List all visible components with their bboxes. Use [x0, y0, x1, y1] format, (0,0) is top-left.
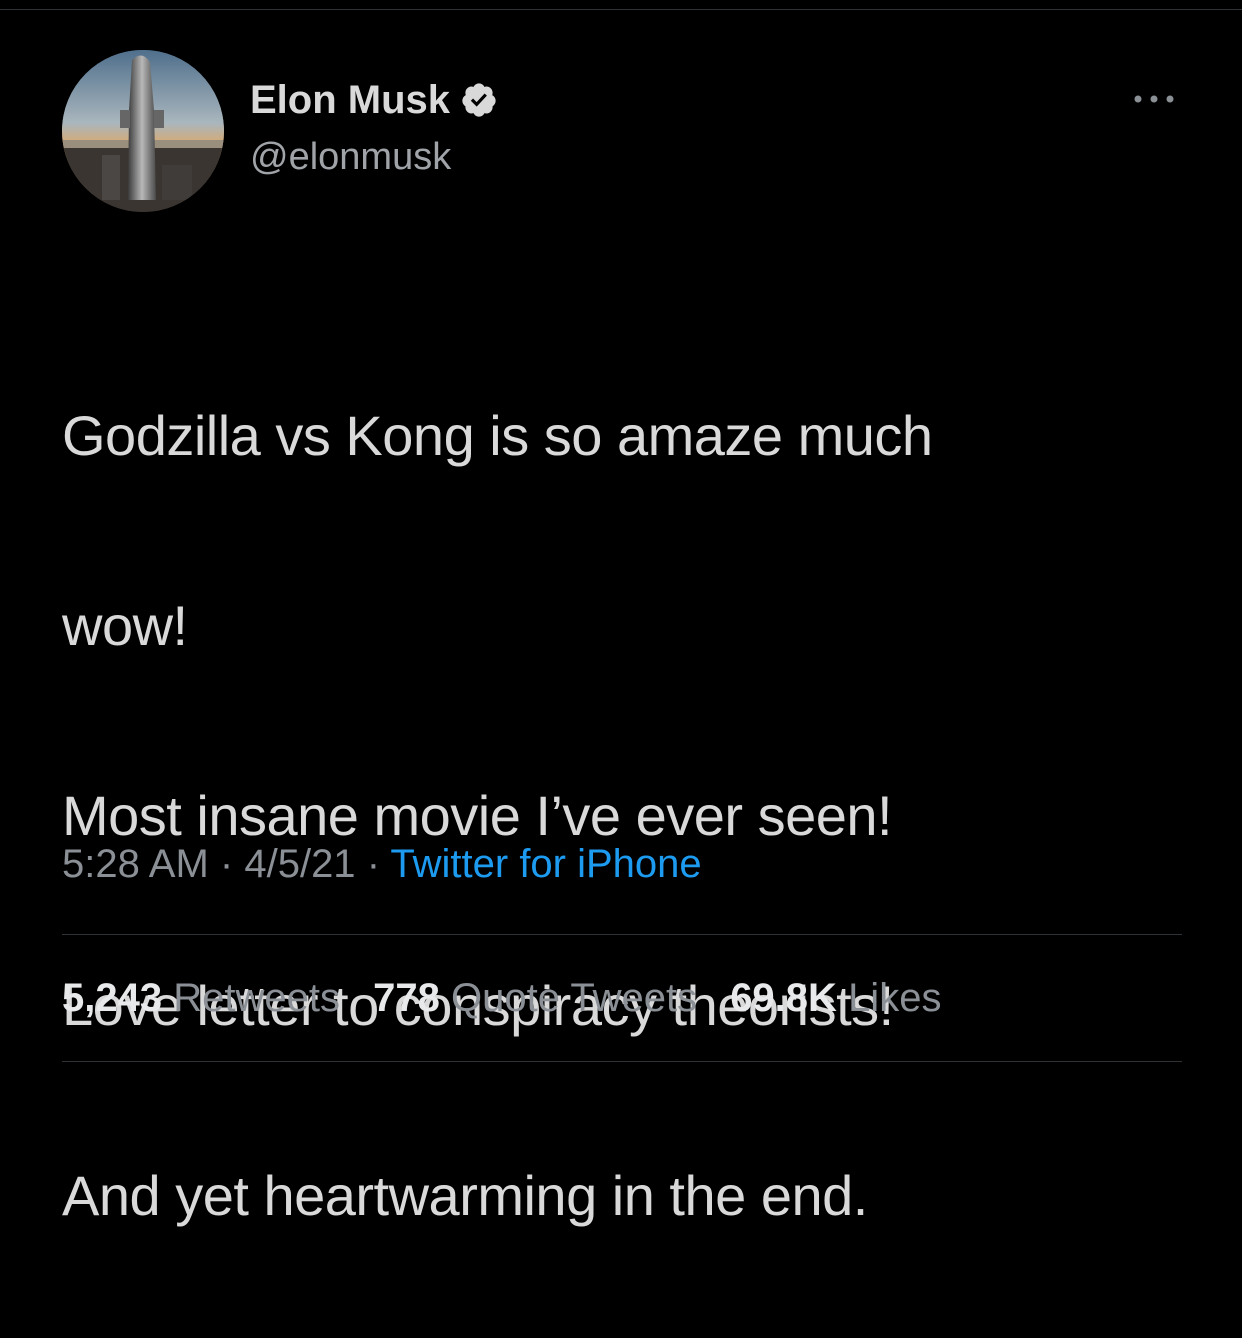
more-options-icon[interactable]: [1130, 88, 1178, 110]
divider: [62, 1061, 1182, 1062]
meta-separator: ·: [366, 842, 381, 886]
tweet-text: Godzilla vs Kong is so amaze much wow! M…: [62, 293, 1182, 1338]
retweets-count: 5,243: [62, 976, 163, 1020]
tweet-time[interactable]: 5:28 AM: [62, 842, 209, 886]
likes-label: Likes: [848, 976, 942, 1020]
tweet-line: And yet heartwarming in the end.: [62, 1164, 868, 1227]
likes-count: 69.8K: [730, 976, 837, 1020]
author-name-row: Elon Musk: [250, 75, 498, 125]
verified-badge-icon: [460, 81, 498, 119]
quote-tweets-label: Quote Tweets: [450, 976, 698, 1020]
tweet-date[interactable]: 4/5/21: [244, 842, 355, 886]
tweet-meta: 5:28 AM · 4/5/21 · Twitter for iPhone: [62, 838, 702, 890]
avatar[interactable]: [62, 50, 224, 212]
author-handle[interactable]: @elonmusk: [250, 136, 451, 179]
meta-separator: ·: [219, 842, 234, 886]
author-display-name[interactable]: Elon Musk: [250, 78, 450, 123]
top-divider: [0, 9, 1242, 10]
tweet-line: Godzilla vs Kong is so amaze much: [62, 404, 933, 467]
avatar-starship-image: [62, 50, 224, 212]
quote-tweets-count: 778: [373, 976, 440, 1020]
tweet-line: wow!: [62, 594, 188, 657]
tweet-source-link[interactable]: Twitter for iPhone: [390, 842, 701, 886]
quote-tweets-stat[interactable]: 778 Quote Tweets: [373, 976, 708, 1020]
likes-stat[interactable]: 69.8K Likes: [730, 976, 941, 1020]
retweets-label: Retweets: [173, 976, 340, 1020]
tweet-stats: 5,243 Retweets 778 Quote Tweets 69.8K Li…: [62, 972, 963, 1024]
retweets-stat[interactable]: 5,243 Retweets: [62, 976, 351, 1020]
divider: [62, 934, 1182, 935]
